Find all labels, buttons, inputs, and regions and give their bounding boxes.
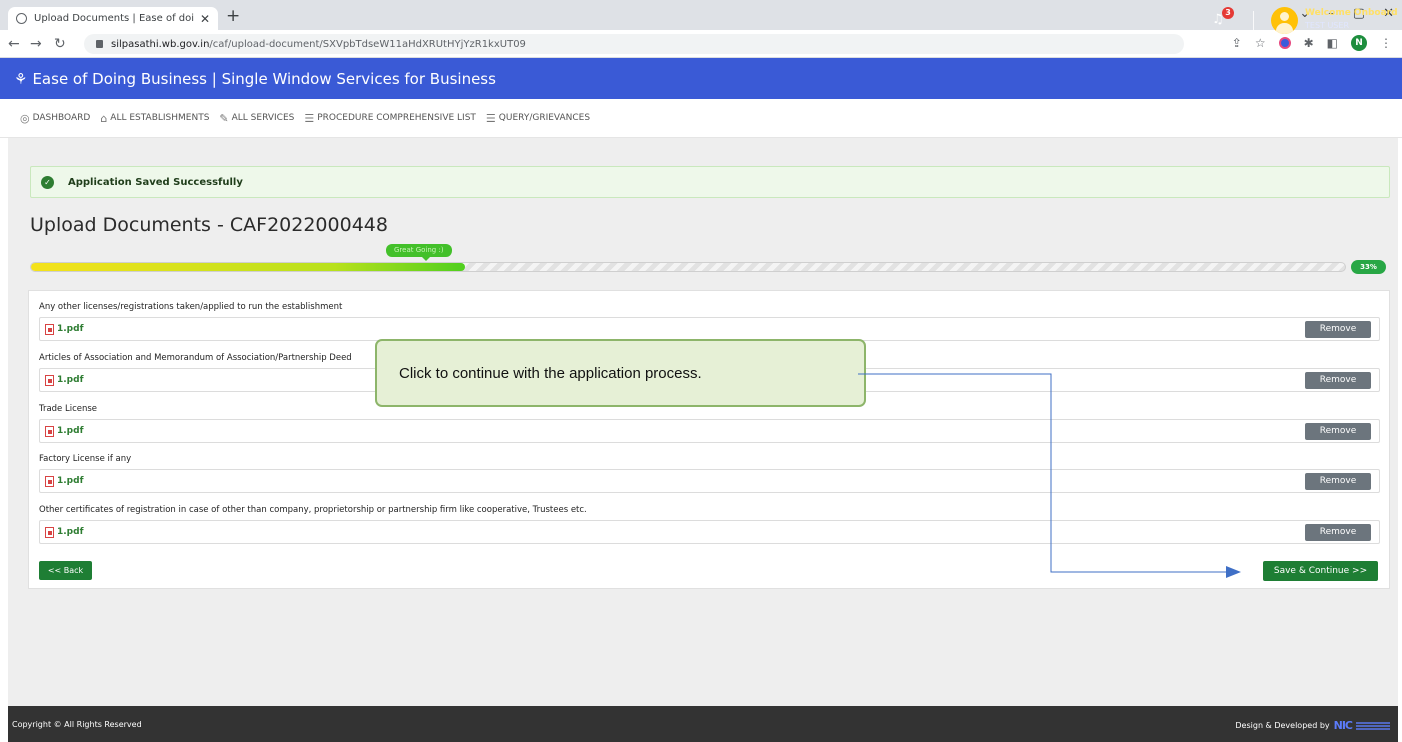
design-text: Design & Developed by xyxy=(1235,721,1330,730)
notification-badge[interactable]: 3 xyxy=(1222,7,1234,19)
browser-tab[interactable]: Upload Documents | Ease of doin ✕ xyxy=(8,7,218,30)
pdf-icon xyxy=(45,425,54,437)
footer: Copyright © All Rights Reserved Design &… xyxy=(8,706,1398,742)
pdf-icon xyxy=(45,526,54,538)
back-button[interactable]: << Back xyxy=(39,561,92,580)
nav-item-procedure-list[interactable]: ☰ PROCEDURE COMPREHENSIVE LIST xyxy=(304,112,476,125)
file-link[interactable]: 1.pdf xyxy=(57,527,83,537)
forward-arrow-icon[interactable]: → xyxy=(30,36,42,52)
document-row: 1.pdf Remove xyxy=(39,317,1380,341)
browser-tab-bar: Upload Documents | Ease of doin ✕ + ⌄ – … xyxy=(0,0,1402,30)
app-header: ⚘ Ease of Doing Business | Single Window… xyxy=(0,58,1402,99)
welcome-text[interactable]: Welcome Onboard xyxy=(1305,8,1398,18)
pdf-icon xyxy=(45,374,54,386)
remove-button[interactable]: Remove xyxy=(1305,473,1371,490)
back-arrow-icon[interactable]: ← xyxy=(8,36,20,52)
reload-icon[interactable]: ↻ xyxy=(54,36,66,52)
check-circle-icon: ✓ xyxy=(41,175,54,189)
developer-credit: Design & Developed by NIC xyxy=(1235,719,1390,732)
user-name: TEST USER xyxy=(1305,21,1349,30)
document-row: 1.pdf Remove xyxy=(39,469,1380,493)
file-link[interactable]: 1.pdf xyxy=(57,476,83,486)
network-icon: ⚘ xyxy=(14,69,28,88)
pdf-icon xyxy=(45,475,54,487)
header-divider xyxy=(1253,11,1254,31)
file-link[interactable]: 1.pdf xyxy=(57,426,83,436)
tutorial-callout: Click to continue with the application p… xyxy=(375,339,866,407)
main-content: ✓ Application Saved Successfully Upload … xyxy=(8,138,1398,706)
nav-item-establishments[interactable]: ⌂ ALL ESTABLISHMENTS xyxy=(100,112,209,125)
remove-button[interactable]: Remove xyxy=(1305,372,1371,389)
progress-fill xyxy=(31,263,465,271)
star-icon[interactable]: ☆ xyxy=(1255,36,1266,50)
file-link[interactable]: 1.pdf xyxy=(57,324,83,334)
avatar[interactable] xyxy=(1271,7,1298,34)
nic-logo-lines xyxy=(1356,721,1390,730)
success-alert: ✓ Application Saved Successfully xyxy=(30,166,1390,198)
building-icon: ⌂ xyxy=(100,111,108,125)
share-icon[interactable]: ⇪ xyxy=(1232,36,1242,50)
nav-label: PROCEDURE COMPREHENSIVE LIST xyxy=(317,113,476,123)
copyright-text: Copyright © All Rights Reserved xyxy=(12,720,142,729)
wrench-icon: ✎ xyxy=(219,111,229,125)
list-icon: ☰ xyxy=(304,111,315,125)
alert-message: Application Saved Successfully xyxy=(68,176,243,188)
documents-card: Any other licenses/registrations taken/a… xyxy=(28,290,1390,589)
progress-bar xyxy=(30,262,1346,272)
url-host: silpasathi.wb.gov.in xyxy=(111,38,210,50)
url-path: /caf/upload-document/SXVpbTdseW11aHdXRUt… xyxy=(209,38,526,50)
remove-button[interactable]: Remove xyxy=(1305,524,1371,541)
new-tab-icon[interactable]: + xyxy=(226,6,240,26)
lock-icon xyxy=(96,40,103,48)
nav-item-services[interactable]: ✎ ALL SERVICES xyxy=(219,112,294,125)
main-nav: ◎ DASHBOARD ⌂ ALL ESTABLISHMENTS ✎ ALL SERV… xyxy=(0,99,1402,138)
document-row: 1.pdf Remove xyxy=(39,419,1380,443)
page-title: Upload Documents - CAF2022000448 xyxy=(30,214,388,236)
dashboard-icon: ◎ xyxy=(20,111,30,125)
globe-icon xyxy=(16,13,27,24)
profile-avatar[interactable]: N xyxy=(1351,35,1367,51)
nav-label: ALL ESTABLISHMENTS xyxy=(110,113,210,123)
file-link[interactable]: 1.pdf xyxy=(57,375,83,385)
nav-label: DASHBOARD xyxy=(32,113,91,123)
extension-icon[interactable] xyxy=(1278,37,1291,49)
sidepanel-icon[interactable]: ◧ xyxy=(1327,36,1338,50)
browser-toolbar: ⇪ ☆ ✱ ◧ N ⋮ xyxy=(1232,35,1392,51)
close-icon[interactable]: ✕ xyxy=(200,12,210,26)
document-row: 1.pdf Remove xyxy=(39,520,1380,544)
menu-dots-icon[interactable]: ⋮ xyxy=(1380,36,1392,50)
document-label: Factory License if any xyxy=(39,454,132,464)
tab-title: Upload Documents | Ease of doin xyxy=(34,13,194,24)
app-title[interactable]: Ease of Doing Business | Single Window S… xyxy=(32,70,495,88)
nav-label: QUERY/GRIEVANCES xyxy=(498,113,591,123)
document-label: Any other licenses/registrations taken/a… xyxy=(39,302,343,312)
address-bar: ← → ↻ silpasathi.wb.gov.in/caf/upload-do… xyxy=(0,30,1402,58)
remove-button[interactable]: Remove xyxy=(1305,321,1371,338)
nic-logo[interactable]: NIC xyxy=(1334,719,1353,732)
document-label: Other certificates of registration in ca… xyxy=(39,505,587,515)
nav-item-dashboard[interactable]: ◎ DASHBOARD xyxy=(20,112,90,125)
progress-tooltip: Great Going :) xyxy=(386,244,452,261)
document-label: Trade License xyxy=(39,404,98,414)
nav-label: ALL SERVICES xyxy=(231,113,295,123)
remove-button[interactable]: Remove xyxy=(1305,423,1371,440)
url-input[interactable]: silpasathi.wb.gov.in/caf/upload-document… xyxy=(84,34,1184,54)
puzzle-icon[interactable]: ✱ xyxy=(1304,36,1314,50)
nav-item-query[interactable]: ☰ QUERY/GRIEVANCES xyxy=(486,112,590,125)
pdf-icon xyxy=(45,323,54,335)
save-continue-button[interactable]: Save & Continue >> xyxy=(1263,561,1378,581)
progress-percent: 33% xyxy=(1351,260,1386,274)
document-label: Articles of Association and Memorandum o… xyxy=(39,353,352,363)
message-icon: ☰ xyxy=(485,111,496,125)
